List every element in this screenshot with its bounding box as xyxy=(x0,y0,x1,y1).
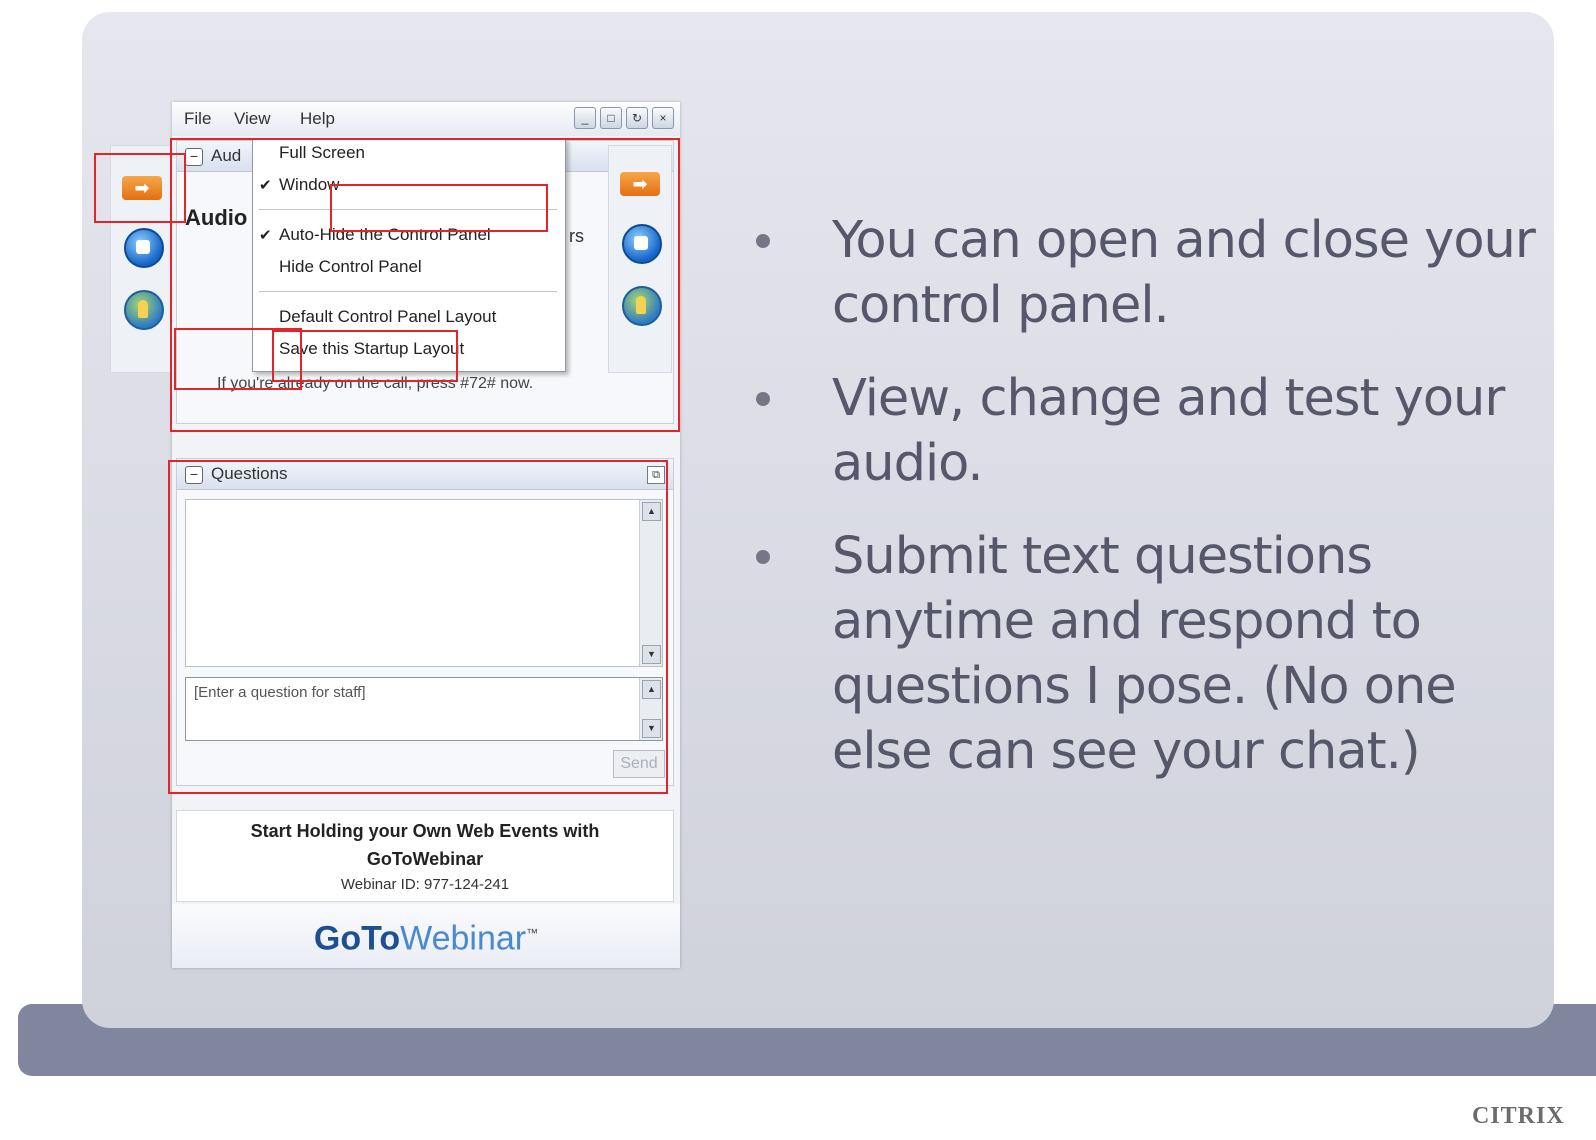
bullet-item: You can open and close your control pane… xyxy=(756,208,1536,338)
refresh-icon[interactable]: ↻ xyxy=(626,107,648,129)
globe-icon[interactable] xyxy=(622,286,662,326)
promo-box: Start Holding your Own Web Events with G… xyxy=(176,810,674,902)
scroll-down-icon[interactable]: ▼ xyxy=(642,719,661,738)
menu-item-hide-control-panel[interactable]: Hide Control Panel xyxy=(279,257,422,277)
menu-separator xyxy=(259,291,557,292)
question-input-placeholder: [Enter a question for staff] xyxy=(194,684,366,701)
menu-file[interactable]: File xyxy=(184,109,211,129)
citrix-logo: CITRIX xyxy=(1472,1103,1565,1129)
promo-line-2: GoToWebinar xyxy=(366,849,484,869)
question-input[interactable]: [Enter a question for staff] ▲ ▼ xyxy=(185,677,663,741)
menu-item-full-screen[interactable]: Full Screen xyxy=(279,143,365,163)
questions-panel-title: Questions xyxy=(211,464,288,483)
collapse-icon[interactable]: − xyxy=(185,148,203,166)
window-controls: _ □ ↻ × xyxy=(574,107,674,129)
check-icon: ✔ xyxy=(259,227,272,244)
audio-pin-note: If you're already on the call, press #72… xyxy=(217,375,534,392)
menu-separator xyxy=(259,209,557,210)
send-button[interactable]: Send xyxy=(613,750,665,778)
menu-item-save-startup-layout[interactable]: Save this Startup Layout xyxy=(279,339,464,359)
questions-panel: − Questions ⧉ ▲ ▼ [Enter a question for … xyxy=(176,458,674,786)
gotowebinar-logo: GoToWebinar™ xyxy=(172,904,680,968)
bullet-text: You can open and close your control pane… xyxy=(832,211,1536,335)
audio-heading: Audio xyxy=(185,205,248,230)
questions-log[interactable]: ▲ ▼ xyxy=(185,499,663,667)
left-icon-strip: ➡ xyxy=(110,145,174,373)
menu-view[interactable]: View xyxy=(234,109,271,129)
questions-panel-header: − Questions ⧉ xyxy=(177,459,673,490)
bullet-dot xyxy=(756,392,770,406)
check-icon: ✔ xyxy=(259,177,272,194)
menu-bar: File View Help _ □ ↻ × xyxy=(172,102,680,136)
menu-item-window[interactable]: Window xyxy=(279,175,339,195)
audio-icon[interactable] xyxy=(622,224,662,264)
bullet-dot xyxy=(756,234,770,248)
globe-icon[interactable] xyxy=(124,290,164,330)
close-icon[interactable]: × xyxy=(652,107,674,129)
question-input-scrollbar[interactable]: ▲ ▼ xyxy=(639,678,662,740)
menu-help[interactable]: Help xyxy=(300,109,335,129)
view-menu-dropdown: Full Screen ✔ Window ✔ Auto-Hide the Con… xyxy=(252,138,566,372)
popout-icon[interactable]: ⧉ xyxy=(647,466,665,484)
promo-line-1: Start Holding your Own Web Events with xyxy=(250,821,600,841)
collapse-icon[interactable]: − xyxy=(185,466,203,484)
questions-log-scrollbar[interactable]: ▲ ▼ xyxy=(639,500,662,666)
audio-text-fragment: rs xyxy=(569,226,584,246)
bullet-text: View, change and test your audio. xyxy=(832,369,1505,493)
scroll-down-icon[interactable]: ▼ xyxy=(642,645,661,664)
right-icon-strip: ➡ xyxy=(608,145,672,373)
minimize-icon[interactable]: _ xyxy=(574,107,596,129)
webinar-id: Webinar ID: 977-124-241 xyxy=(340,876,510,893)
arrow-right-icon[interactable]: ➡ xyxy=(122,176,162,200)
bullet-list: You can open and close your control pane… xyxy=(756,208,1536,812)
bullet-item: Submit text questions anytime and respon… xyxy=(756,524,1536,784)
bullet-text: Submit text questions anytime and respon… xyxy=(832,527,1457,781)
menu-item-default-layout[interactable]: Default Control Panel Layout xyxy=(279,307,496,327)
scroll-up-icon[interactable]: ▲ xyxy=(642,502,661,521)
menu-item-auto-hide[interactable]: Auto-Hide the Control Panel xyxy=(279,225,491,245)
audio-panel-title: Aud xyxy=(211,146,242,165)
bullet-dot xyxy=(756,550,770,564)
arrow-right-icon[interactable]: ➡ xyxy=(620,172,660,196)
scroll-up-icon[interactable]: ▲ xyxy=(642,680,661,699)
audio-icon[interactable] xyxy=(124,228,164,268)
maximize-icon[interactable]: □ xyxy=(600,107,622,129)
bullet-item: View, change and test your audio. xyxy=(756,366,1536,496)
